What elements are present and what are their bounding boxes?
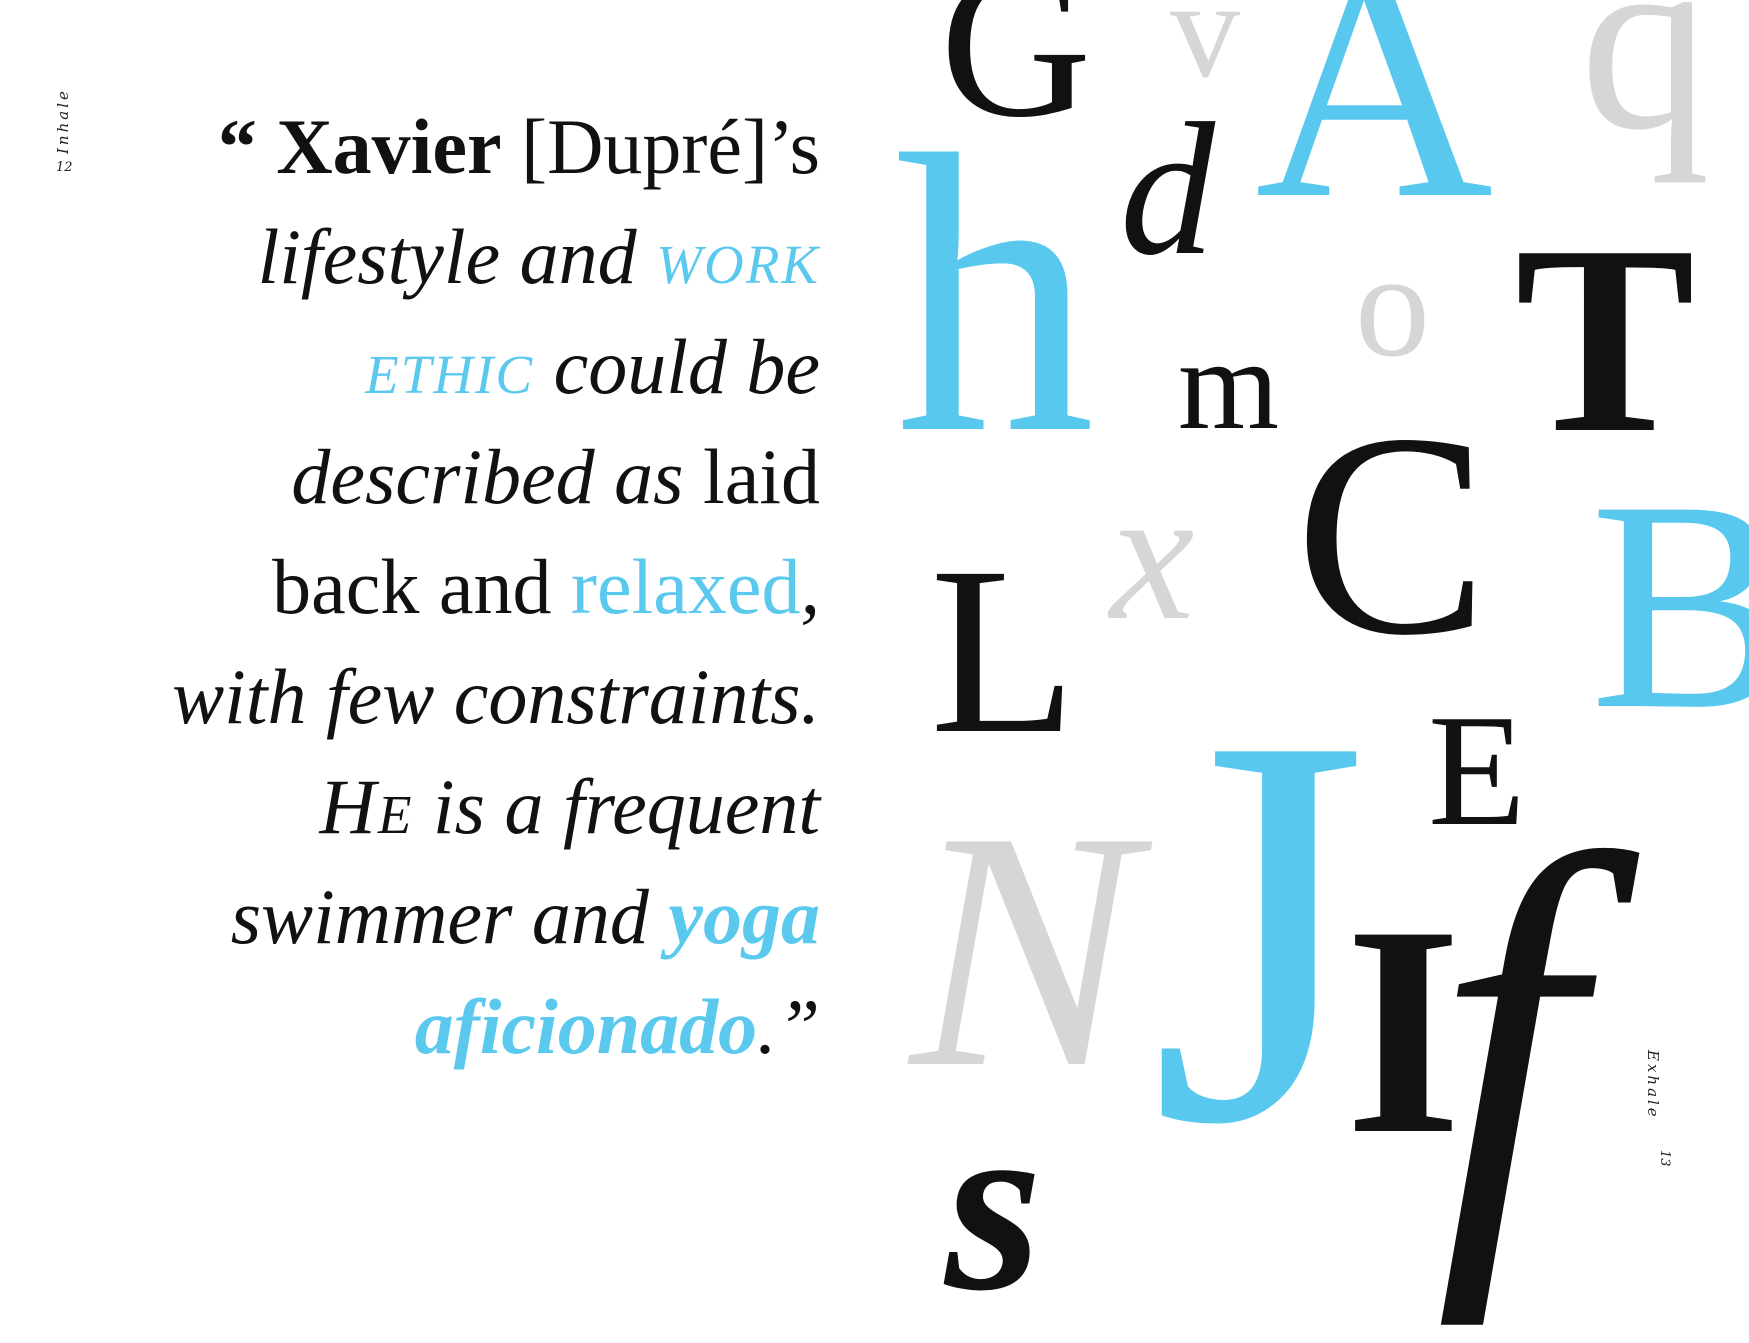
quote-name: Xavier	[276, 103, 502, 190]
letter-B: B	[1590, 439, 1749, 771]
quote-line-1: “ Xavier [Dupré]’s	[217, 103, 820, 190]
letter-o: o	[1355, 222, 1430, 388]
quote-line-4: described as laid	[291, 433, 820, 520]
quote-line-2: lifestyle and work	[257, 213, 820, 300]
quote-line-7: He is a frequent	[319, 763, 820, 850]
letter-h: h	[895, 73, 1095, 516]
quote-line-3: ethic could be	[365, 323, 820, 410]
letter-d: d	[1120, 85, 1215, 295]
running-head-right: Exhale	[1644, 1050, 1662, 1120]
letter-f: f	[1435, 752, 1580, 1327]
quote-line-5: back and relaxed,	[272, 543, 820, 630]
letter-J: J	[1150, 620, 1368, 1240]
letter-q: q	[1580, 0, 1710, 184]
quote-line-9: aficionado.”	[414, 983, 820, 1070]
page-number-right: 13	[1657, 1150, 1672, 1167]
letter-m: m	[1178, 313, 1280, 457]
letter-T: T	[1515, 190, 1696, 489]
quote-line-6: with few constraints.	[172, 653, 820, 740]
quote-line-8: swimmer and yoga	[230, 873, 820, 960]
letter-L: L	[930, 517, 1077, 783]
pull-quote: “ Xavier [Dupré]’s lifestyle and work et…	[60, 92, 820, 1082]
letter-A: A	[1255, 0, 1494, 267]
letter-s: s	[945, 1066, 1043, 1343]
